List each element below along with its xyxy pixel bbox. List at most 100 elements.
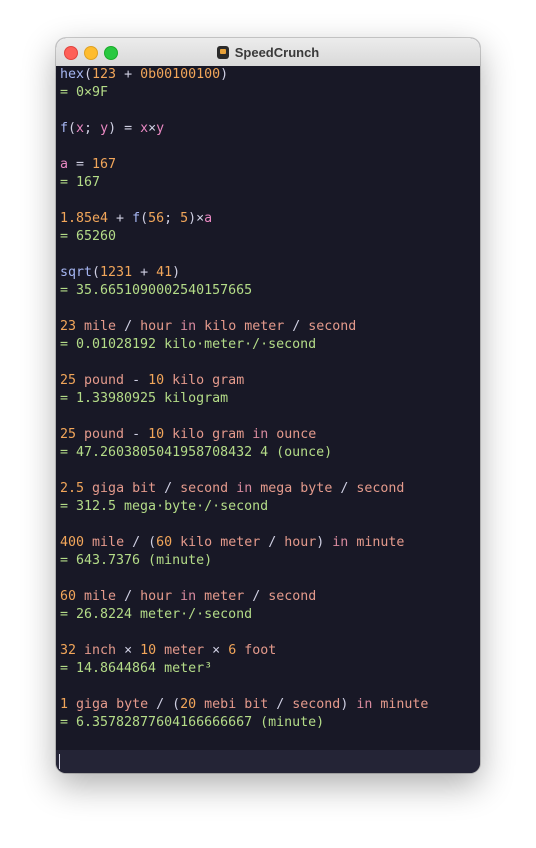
text-caret bbox=[59, 754, 60, 769]
expression-token-keyword: in bbox=[356, 697, 373, 712]
expression-token-number: 1 bbox=[60, 697, 69, 712]
history-result[interactable]: = 1.33980925 kilogram bbox=[60, 390, 428, 408]
history-expression[interactable]: 1 giga byte / (20 mebi bit / second) in … bbox=[60, 696, 428, 714]
expression-token-default bbox=[164, 373, 172, 388]
history-expression[interactable]: f(x; y) = x×y bbox=[60, 120, 428, 138]
expression-token-default: × bbox=[148, 121, 157, 136]
expression-token-default: = bbox=[68, 157, 93, 172]
history-expression[interactable]: 25 pound - 10 kilo gram in ounce bbox=[60, 426, 428, 444]
expression-token-default bbox=[204, 427, 212, 442]
expression-token-default bbox=[76, 373, 84, 388]
result-display[interactable]: hex(123 + 0b00100100) = 0×9F f(x; y) = x×y… bbox=[56, 66, 480, 750]
history-expression[interactable]: a = 167 bbox=[60, 156, 428, 174]
expression-token-unit: inch bbox=[84, 643, 117, 658]
expression-token-default: ) = bbox=[108, 121, 141, 136]
expression-token-default bbox=[212, 535, 220, 550]
history-list: hex(123 + 0b00100100) = 0×9F f(x; y) = x×y… bbox=[60, 66, 428, 732]
expression-token-unit: mile bbox=[84, 589, 117, 604]
history-result[interactable]: = 14.8644864 meter³ bbox=[60, 660, 428, 678]
expression-token-number: 20 bbox=[180, 697, 197, 712]
history-expression[interactable]: 400 mile / (60 kilo meter / hour) in min… bbox=[60, 534, 428, 552]
expression-token-unit: second bbox=[356, 481, 405, 496]
history-result[interactable]: = 35.6651090002540157665 bbox=[60, 282, 428, 300]
expression-token-default: )× bbox=[188, 211, 205, 226]
history-spacer bbox=[60, 192, 428, 210]
expression-token-variable: x bbox=[140, 121, 149, 136]
history-expression[interactable]: 1.85e4 + f(56; 5)×a bbox=[60, 210, 428, 228]
expression-token-unit: hour bbox=[284, 535, 317, 550]
expression-token-number: 5 bbox=[180, 211, 189, 226]
history-expression[interactable]: 23 mile / hour in kilo meter / second bbox=[60, 318, 428, 336]
expression-token-function: sqrt bbox=[60, 265, 93, 280]
expression-token-unit: gram bbox=[212, 427, 245, 442]
expression-token-default bbox=[204, 373, 212, 388]
window-title: SpeedCrunch bbox=[234, 44, 320, 60]
expression-token-default bbox=[76, 319, 84, 334]
expression-token-number: 1231 bbox=[100, 265, 133, 280]
expression-token-unit: mebi bbox=[204, 697, 237, 712]
history-spacer bbox=[60, 354, 428, 372]
expression-token-default: / bbox=[332, 481, 357, 496]
history-result[interactable]: = 312.5 mega·byte·/·second bbox=[60, 498, 428, 516]
history-expression[interactable]: sqrt(1231 + 41) bbox=[60, 264, 428, 282]
speedcrunch-app-icon bbox=[216, 45, 229, 59]
expression-token-number: 10 bbox=[140, 643, 157, 658]
expression-token-default: ( bbox=[84, 67, 93, 82]
expression-token-default bbox=[68, 697, 76, 712]
expression-token-unit: second bbox=[180, 481, 229, 496]
expression-token-unit: pound bbox=[84, 373, 125, 388]
expression-token-unit: minute bbox=[356, 535, 405, 550]
history-spacer bbox=[60, 102, 428, 120]
expression-token-variable: x bbox=[76, 121, 85, 136]
expression-token-default: / bbox=[268, 697, 293, 712]
history-expression[interactable]: 60 mile / hour in meter / second bbox=[60, 588, 428, 606]
expression-token-keyword: in bbox=[180, 319, 197, 334]
expression-token-default: ) bbox=[316, 535, 333, 550]
expression-token-number: 0b00100100 bbox=[140, 67, 221, 82]
history-result[interactable]: = 26.8224 meter·/·second bbox=[60, 606, 428, 624]
expression-token-unit: hour bbox=[140, 589, 173, 604]
expression-token-default bbox=[196, 319, 204, 334]
expression-token-default bbox=[124, 481, 132, 496]
expression-token-unit: meter bbox=[244, 319, 285, 334]
title-group: SpeedCrunch bbox=[56, 38, 480, 66]
history-expression[interactable]: 32 inch × 10 meter × 6 foot bbox=[60, 642, 428, 660]
expression-token-keyword: in bbox=[252, 427, 269, 442]
history-result[interactable]: = 6.35782877604166666667 (minute) bbox=[60, 714, 428, 732]
expression-token-number: 56 bbox=[148, 211, 165, 226]
history-expression[interactable]: 25 pound - 10 kilo gram bbox=[60, 372, 428, 390]
expression-token-number: 41 bbox=[156, 265, 173, 280]
expression-token-default bbox=[172, 589, 180, 604]
expression-token-unit: byte bbox=[116, 697, 149, 712]
history-result[interactable]: = 643.7376 (minute) bbox=[60, 552, 428, 570]
expression-token-default: × bbox=[204, 643, 229, 658]
expression-token-unit: minute bbox=[380, 697, 429, 712]
expression-token-number: 25 bbox=[60, 427, 77, 442]
expression-token-number: 60 bbox=[156, 535, 173, 550]
history-result[interactable]: = 167 bbox=[60, 174, 428, 192]
expression-token-unit: meter bbox=[204, 589, 245, 604]
history-result[interactable]: = 47.2603805041958708432 4 (ounce) bbox=[60, 444, 428, 462]
expression-token-default: / bbox=[116, 589, 141, 604]
title-bar[interactable]: SpeedCrunch bbox=[56, 38, 480, 67]
history-result[interactable]: = 0×9F bbox=[60, 84, 428, 102]
expression-token-default: ( bbox=[68, 121, 77, 136]
expression-editor[interactable] bbox=[56, 750, 480, 773]
history-result[interactable]: = 0.01028192 kilo·meter·/·second bbox=[60, 336, 428, 354]
expression-token-unit: pound bbox=[84, 427, 125, 442]
expression-token-number: 25 bbox=[60, 373, 77, 388]
expression-token-default: / bbox=[116, 319, 141, 334]
history-expression[interactable]: 2.5 giga bit / second in mega byte / sec… bbox=[60, 480, 428, 498]
expression-token-number: 10 bbox=[148, 427, 165, 442]
expression-token-default bbox=[196, 697, 204, 712]
expression-token-variable: a bbox=[204, 211, 213, 226]
expression-token-default: × bbox=[116, 643, 141, 658]
history-expression[interactable]: hex(123 + 0b00100100) bbox=[60, 66, 428, 84]
expression-token-default: - bbox=[124, 427, 149, 442]
history-result[interactable]: = 65260 bbox=[60, 228, 428, 246]
history-spacer bbox=[60, 462, 428, 480]
expression-token-default: - bbox=[124, 373, 149, 388]
expression-token-number: 10 bbox=[148, 373, 165, 388]
expression-token-function: hex bbox=[60, 67, 85, 82]
expression-token-variable: y bbox=[100, 121, 109, 136]
